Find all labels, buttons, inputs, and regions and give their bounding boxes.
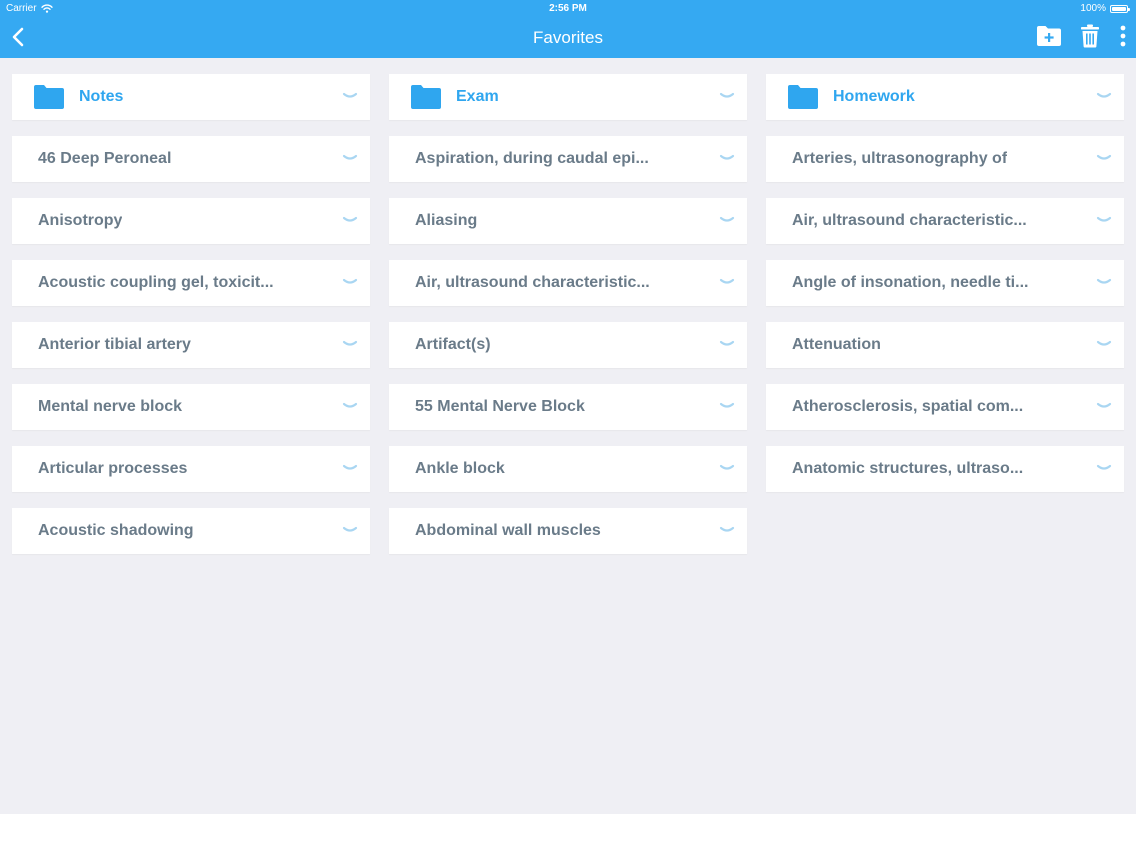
chevron-down-icon[interactable] [719,215,735,225]
favorite-item-label: Arteries, ultrasonography of [792,150,1008,167]
favorite-item[interactable]: 55 Mental Nerve Block [389,384,747,430]
favorite-item[interactable]: Artifact(s) [389,322,747,368]
favorite-item[interactable]: Anatomic structures, ultraso... [766,446,1124,492]
favorite-item[interactable]: Aliasing [389,198,747,244]
favorite-item[interactable]: Abdominal wall muscles [389,508,747,554]
favorite-item-label: Articular processes [38,460,188,477]
favorite-item[interactable]: Articular processes [12,446,370,492]
favorite-item[interactable]: Air, ultrasound characteristic... [389,260,747,306]
more-vertical-icon [1120,25,1126,47]
folder-label: Exam [456,88,499,105]
chevron-down-icon[interactable] [342,401,358,411]
favorite-item-label: Ankle block [415,460,505,477]
favorite-item[interactable]: Atherosclerosis, spatial com... [766,384,1124,430]
new-folder-button[interactable] [1036,25,1062,47]
favorite-item-label: Acoustic shadowing [38,522,194,539]
favorite-item[interactable]: Ankle block [389,446,747,492]
favorite-item[interactable]: Anisotropy [12,198,370,244]
chevron-down-icon[interactable] [719,463,735,473]
favorite-item[interactable]: Angle of insonation, needle ti... [766,260,1124,306]
favorite-item-label: Angle of insonation, needle ti... [792,274,1029,291]
chevron-down-icon[interactable] [719,153,735,163]
favorite-item-label: Aliasing [415,212,478,229]
favorite-item-label: Artifact(s) [415,336,491,353]
chevron-down-icon[interactable] [1096,153,1112,163]
folder-icon [788,85,818,109]
status-time: 2:56 PM [549,3,587,14]
favorite-item[interactable]: Mental nerve block [12,384,370,430]
chevron-down-icon[interactable] [719,525,735,535]
favorite-item[interactable]: 46 Deep Peroneal [12,136,370,182]
favorites-grid: Notes Exam Homework 46 Deep Peroneal Asp… [12,74,1124,554]
new-folder-icon [1037,26,1061,46]
delete-button[interactable] [1080,24,1100,48]
favorites-content: Notes Exam Homework 46 Deep Peroneal Asp… [0,58,1136,814]
chevron-down-icon[interactable] [1096,463,1112,473]
favorite-item-label: Acoustic coupling gel, toxicit... [38,274,274,291]
folder-label: Notes [79,88,124,105]
chevron-down-icon[interactable] [1096,91,1112,101]
chevron-down-icon[interactable] [1096,215,1112,225]
favorite-item-label: Anisotropy [38,212,123,229]
folder-icon [34,85,64,109]
navigation-bar: Carrier 2:56 PM 100% Favorites [0,0,1136,58]
favorite-item[interactable]: Attenuation [766,322,1124,368]
favorite-item[interactable]: Acoustic coupling gel, toxicit... [12,260,370,306]
favorite-item-label: 55 Mental Nerve Block [415,398,585,415]
favorite-item-label: Abdominal wall muscles [415,522,601,539]
favorite-item[interactable]: Anterior tibial artery [12,322,370,368]
chevron-down-icon[interactable] [342,463,358,473]
chevron-down-icon[interactable] [1096,401,1112,411]
favorite-item-label: Aspiration, during caudal epi... [415,150,649,167]
chevron-down-icon[interactable] [719,339,735,349]
folder-homework[interactable]: Homework [766,74,1124,120]
chevron-down-icon[interactable] [342,525,358,535]
chevron-down-icon[interactable] [1096,339,1112,349]
favorite-item-label: Atherosclerosis, spatial com... [792,398,1024,415]
trash-icon [1081,24,1099,48]
favorite-item-label: Anterior tibial artery [38,336,191,353]
empty-slot [766,508,1124,554]
folder-exam[interactable]: Exam [389,74,747,120]
favorite-item-label: Attenuation [792,336,881,353]
bottom-bar [0,814,1136,852]
favorite-item[interactable]: Air, ultrasound characteristic... [766,198,1124,244]
more-options-button[interactable] [1118,24,1128,48]
battery-indicator: 100% [1080,0,1130,17]
favorite-item-label: Mental nerve block [38,398,183,415]
chevron-down-icon[interactable] [719,91,735,101]
favorite-item-label: Air, ultrasound characteristic... [792,212,1027,229]
battery-icon [1110,4,1130,13]
nav-actions [1036,22,1128,50]
chevron-down-icon[interactable] [342,91,358,101]
chevron-down-icon[interactable] [342,277,358,287]
folder-label: Homework [833,88,915,105]
favorite-item-label: Air, ultrasound characteristic... [415,274,650,291]
folder-notes[interactable]: Notes [12,74,370,120]
favorite-item[interactable]: Aspiration, during caudal epi... [389,136,747,182]
status-bar: Carrier 2:56 PM 100% [0,0,1136,17]
chevron-down-icon[interactable] [342,153,358,163]
chevron-down-icon[interactable] [719,277,735,287]
favorite-item-label: Anatomic structures, ultraso... [792,460,1024,477]
chevron-down-icon[interactable] [342,339,358,349]
page-title: Favorites [533,28,603,47]
favorite-item[interactable]: Arteries, ultrasonography of [766,136,1124,182]
battery-percent: 100% [1080,3,1106,14]
chevron-down-icon[interactable] [719,401,735,411]
favorite-item[interactable]: Acoustic shadowing [12,508,370,554]
chevron-down-icon[interactable] [342,215,358,225]
chevron-down-icon[interactable] [1096,277,1112,287]
folder-icon [411,85,441,109]
favorite-item-label: 46 Deep Peroneal [38,150,172,167]
